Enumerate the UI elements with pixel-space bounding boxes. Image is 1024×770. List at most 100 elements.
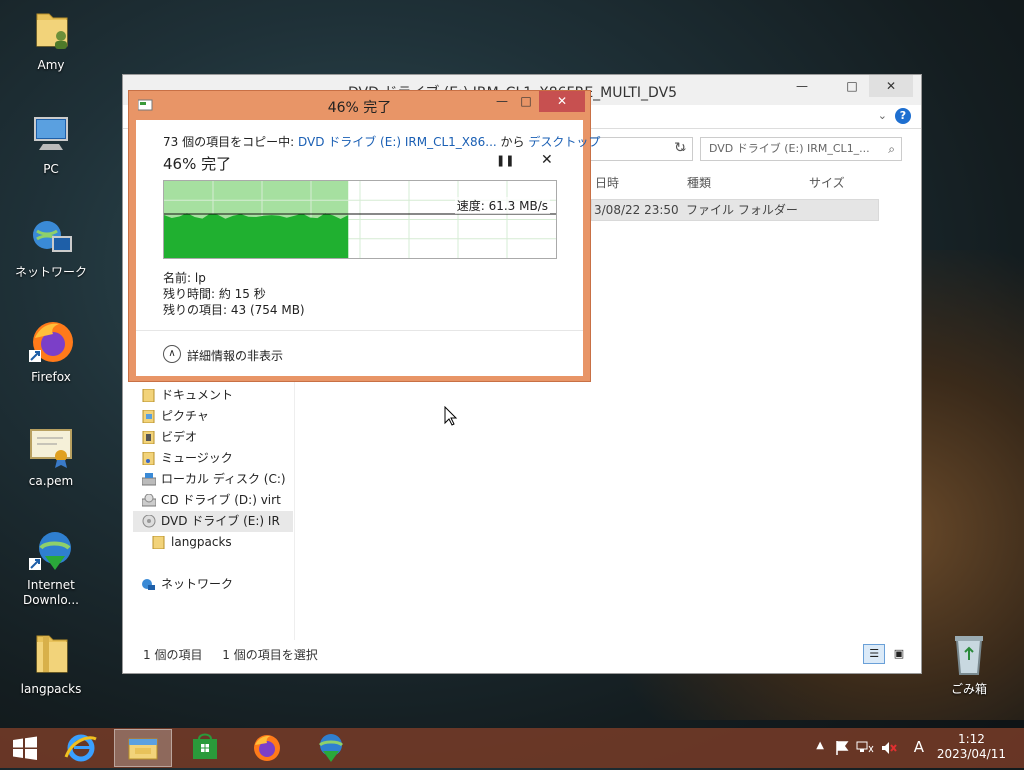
details-view-icon[interactable]: ☰ [863, 644, 886, 664]
column-headers: 日時 種類 サイズ [591, 171, 881, 193]
less-details-button[interactable]: ∧ 詳細情報の非表示 [163, 345, 284, 364]
dvd-drive-icon [142, 515, 156, 528]
ime-indicator[interactable]: A [914, 738, 924, 756]
close-button[interactable]: ✕ [869, 75, 913, 97]
desktop-icon-network[interactable]: ネットワーク [11, 213, 91, 280]
dialog-footer: ∧ 詳細情報の非表示 [136, 330, 583, 376]
store-icon [193, 733, 217, 759]
taskbar-store[interactable] [176, 729, 234, 767]
desktop-icon-label: Amy [37, 58, 65, 72]
file-explorer-icon [128, 738, 158, 760]
nav-item-cd-drive[interactable]: CD ドライブ (D:) virt [133, 490, 293, 511]
nav-item-music[interactable]: ミュージック [133, 448, 293, 469]
certificate-icon [27, 422, 75, 470]
nav-item-documents[interactable]: ドキュメント [133, 385, 293, 406]
maximize-button[interactable]: □ [835, 75, 869, 97]
navigation-pane: ドキュメント ピクチャ ビデオ ミュージック ローカル ディスク (C:) CD… [133, 385, 293, 595]
firefox-icon [254, 735, 280, 761]
desktop-icon-firefox[interactable]: Firefox [11, 318, 91, 385]
items-remaining: 残りの項目: 43 (754 MB) [163, 303, 305, 317]
clock-time: 1:12 [957, 732, 985, 746]
nav-item-label: langpacks [171, 535, 232, 549]
copy-details: 名前: lp 残り時間: 約 15 秒 残りの項目: 43 (754 MB) [163, 270, 305, 318]
nav-item-network[interactable]: ネットワーク [133, 574, 293, 595]
nav-item-videos[interactable]: ビデオ [133, 427, 293, 448]
computer-icon [27, 110, 75, 158]
nav-item-local-disk[interactable]: ローカル ディスク (C:) [133, 469, 293, 490]
ribbon-expand-icon[interactable]: ⌄ [878, 109, 887, 122]
mouse-cursor-icon [444, 406, 458, 426]
start-button[interactable] [0, 729, 50, 767]
column-header-size[interactable]: サイズ [809, 174, 845, 191]
pictures-folder-icon [142, 410, 155, 423]
desktop-icon-amy[interactable]: Amy [11, 6, 91, 73]
taskbar-firefox[interactable] [238, 729, 296, 767]
firefox-icon [27, 318, 75, 366]
desktop-icon-label: Internet Downlo... [23, 578, 79, 607]
taskbar-internet-download-manager[interactable] [300, 729, 358, 767]
pause-icon[interactable]: ❚❚ [496, 154, 514, 167]
nav-item-pictures[interactable]: ピクチャ [133, 406, 293, 427]
nav-item-label: ビデオ [161, 430, 198, 444]
nav-item-label: CD ドライブ (D:) virt [161, 493, 281, 507]
column-header-type[interactable]: 種類 [687, 174, 711, 191]
nav-item-dvd-drive[interactable]: DVD ドライブ (E:) IR [133, 511, 293, 532]
network-status-icon[interactable] [856, 740, 874, 756]
volume-muted-icon[interactable] [880, 740, 898, 756]
help-icon[interactable]: ? [895, 108, 911, 124]
desktop-icon-ca-pem[interactable]: ca.pem [11, 422, 91, 489]
nav-item-label: DVD ドライブ (E:) IR [161, 514, 280, 528]
search-icon: ⌕ [888, 142, 895, 156]
desktop-icon-langpacks[interactable]: langpacks [11, 630, 91, 697]
taskbar-internet-explorer[interactable] [52, 729, 110, 767]
pane-divider[interactable] [294, 380, 295, 640]
dialog-maximize-button[interactable]: □ [513, 91, 539, 112]
destination-link[interactable]: デスクトップ [528, 135, 600, 149]
music-folder-icon [142, 452, 155, 465]
desktop-icon-label: langpacks [20, 682, 82, 696]
cancel-icon[interactable]: ✕ [541, 152, 553, 168]
desktop-icon-recycle-bin[interactable]: ごみ箱 [929, 630, 1009, 697]
less-details-label: 詳細情報の非表示 [187, 349, 284, 363]
taskbar-file-explorer[interactable] [114, 729, 172, 767]
show-hidden-icons-icon[interactable]: ▲ [816, 740, 824, 751]
network-icon [27, 213, 75, 261]
internet-explorer-icon [64, 734, 97, 762]
internet-download-manager-icon [318, 734, 344, 762]
speed-graph-svg [164, 181, 556, 258]
videos-folder-icon [142, 431, 155, 444]
desktop-icon-pc[interactable]: PC [11, 110, 91, 177]
file-row-date: 3/08/22 23:50 [594, 203, 679, 217]
current-file-name: 名前: lp [163, 271, 206, 285]
large-icons-view-icon[interactable]: ▣ [889, 645, 909, 665]
dialog-title-bar[interactable]: 46% 完了 — □ ✕ [129, 91, 590, 120]
nav-item-label: ネットワーク [161, 577, 234, 591]
user-folder-icon [27, 6, 75, 54]
documents-folder-icon [142, 389, 155, 402]
taskbar: ▲ A 1:12 2023/04/11 [0, 728, 1024, 768]
file-row-selected[interactable]: 3/08/22 23:50 ファイル フォルダー [591, 199, 879, 221]
desktop-icon-label: ca.pem [28, 474, 74, 488]
dialog-body: 73 個の項目をコピー中: DVD ドライブ (E:) IRM_CL1_X86.… [136, 120, 600, 376]
search-input[interactable]: DVD ドライブ (E:) IRM_CL1_... ⌕ [700, 137, 902, 161]
source-link[interactable]: DVD ドライブ (E:) IRM_CL1_X86... [298, 135, 497, 149]
file-row-type: ファイル フォルダー [686, 203, 798, 217]
nav-item-label: ローカル ディスク (C:) [161, 472, 286, 486]
clock[interactable]: 1:12 2023/04/11 [937, 732, 1006, 762]
view-buttons: ☰ ▣ [863, 644, 909, 665]
search-placeholder: DVD ドライブ (E:) IRM_CL1_... [709, 142, 870, 155]
desktop-icon-idm[interactable]: Internet Downlo... [11, 526, 91, 608]
refresh-icon[interactable]: ↻ [668, 140, 692, 160]
from-to-text: から [496, 135, 529, 149]
speed-area [164, 213, 349, 258]
dialog-close-button[interactable]: ✕ [539, 91, 585, 112]
status-selected-count: 1 個の項目を選択 [222, 648, 318, 662]
action-center-flag-icon[interactable] [834, 740, 850, 756]
windows-logo-icon [13, 736, 37, 760]
column-header-date[interactable]: 日時 [595, 174, 619, 191]
minimize-button[interactable]: — [785, 75, 819, 97]
copy-progress-dialog: 46% 完了 — □ ✕ 73 個の項目をコピー中: DVD ドライブ (E:)… [128, 90, 600, 382]
nav-item-langpacks[interactable]: langpacks [133, 532, 293, 553]
dialog-minimize-button[interactable]: — [489, 91, 515, 112]
